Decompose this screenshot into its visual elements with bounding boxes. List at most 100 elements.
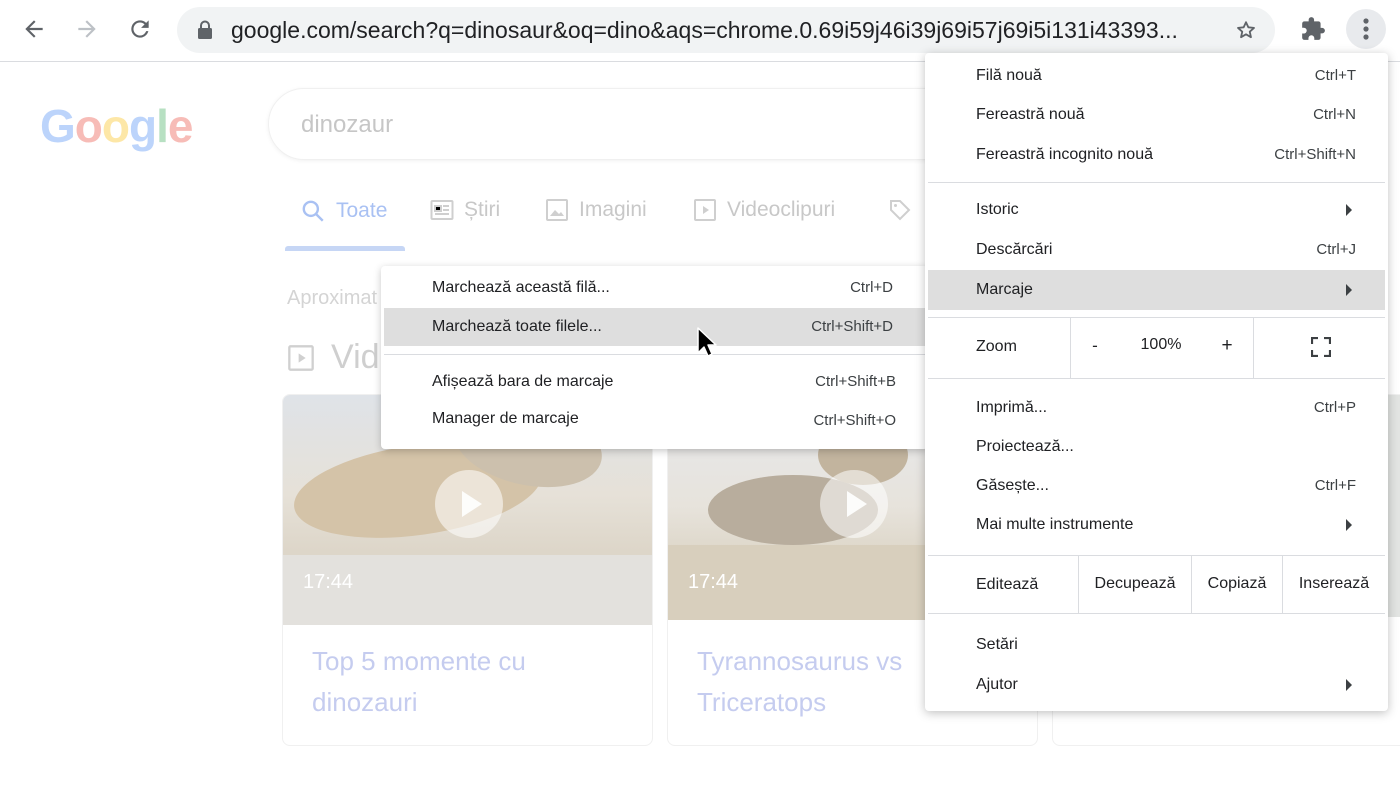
lock-icon — [198, 20, 212, 39]
cut-button[interactable]: Decupează — [1079, 555, 1191, 613]
play-icon[interactable] — [435, 470, 503, 538]
puzzle-icon — [1302, 17, 1325, 40]
chrome-menu-button[interactable] — [1346, 9, 1386, 49]
tab-news-label: Știri — [464, 198, 501, 221]
videos-heading: Vid — [287, 338, 380, 377]
menu-item-print[interactable]: Imprimă... Ctrl+P — [928, 388, 1385, 428]
menu-item-settings[interactable]: Setări — [928, 625, 1385, 665]
logo-letter: g — [129, 100, 157, 152]
active-tab-indicator — [285, 246, 405, 251]
logo-letter: o — [74, 100, 103, 152]
menu-item-shortcut: Ctrl+D — [850, 279, 893, 296]
zoom-label: Zoom — [976, 338, 1017, 355]
arrow-right-icon — [78, 20, 96, 38]
menu-item-label: Manager de marcaje — [432, 410, 579, 427]
menu-item-label: Fereastră nouă — [976, 106, 1085, 123]
search-box[interactable]: dinozaur — [268, 88, 968, 160]
menu-item-help[interactable]: Ajutor — [928, 665, 1385, 705]
menu-divider — [928, 182, 1385, 183]
menu-item-label: Proiectează... — [976, 438, 1074, 455]
menu-item-bookmarks[interactable]: Marcaje — [928, 270, 1385, 310]
tab-videos-label: Videoclipuri — [727, 198, 836, 221]
menu-item-more-tools[interactable]: Mai multe instrumente — [928, 505, 1385, 545]
menu-item-shortcut: Ctrl+F — [1314, 477, 1356, 494]
star-icon[interactable] — [1235, 19, 1257, 41]
paste-button[interactable]: Inserează — [1283, 555, 1385, 613]
submenu-arrow-icon — [1346, 519, 1352, 531]
tab-shopping[interactable] — [888, 198, 912, 222]
menu-item-label: Găsește... — [976, 477, 1049, 494]
menu-item-shortcut: Ctrl+Shift+D — [811, 318, 893, 335]
menu-item-label: Istoric — [976, 201, 1019, 218]
reload-button[interactable] — [120, 9, 160, 49]
videos-heading-text: Vid — [331, 338, 380, 376]
menu-item-label: Marchează această filă... — [432, 279, 610, 296]
menu-item-incognito[interactable]: Fereastră incognito nouă Ctrl+Shift+N — [928, 135, 1385, 175]
menu-item-bookmark-this-tab[interactable]: Marchează această filă... Ctrl+D — [384, 269, 925, 307]
arrow-left-icon — [25, 20, 43, 38]
menu-divider — [1070, 318, 1071, 378]
bookmarks-submenu: Marchează această filă... Ctrl+D Marchea… — [381, 266, 928, 449]
menu-item-new-tab[interactable]: Filă nouă Ctrl+T — [928, 56, 1385, 96]
google-logo-text: Google — [40, 100, 193, 152]
tab-news[interactable]: Știri — [430, 198, 500, 222]
menu-item-bookmark-all-tabs[interactable]: Marchează toate filele... Ctrl+Shift+D — [384, 308, 925, 346]
forward-button[interactable] — [67, 9, 107, 49]
menu-divider — [928, 613, 1385, 614]
menu-item-label: Descărcări — [976, 241, 1053, 258]
edit-label: Editează — [976, 576, 1039, 593]
menu-item-shortcut: Ctrl+T — [1314, 67, 1356, 84]
menu-item-cast[interactable]: Proiectează... — [928, 427, 1385, 467]
menu-item-label: Fereastră incognito nouă — [976, 146, 1153, 163]
menu-item-label: Setări — [976, 636, 1018, 653]
search-query[interactable]: dinozaur — [301, 89, 393, 161]
menu-item-label: Mai multe instrumente — [976, 516, 1134, 533]
menu-item-bookmark-manager[interactable]: Manager de marcaje Ctrl+Shift+O — [384, 402, 925, 440]
menu-item-downloads[interactable]: Descărcări Ctrl+J — [928, 230, 1385, 270]
menu-item-new-window[interactable]: Fereastră nouă Ctrl+N — [928, 95, 1385, 135]
menu-item-label: Marcaje — [976, 281, 1033, 298]
tab-videos[interactable]: Videoclipuri — [693, 198, 835, 222]
video-title[interactable]: Top 5 momente cu dinozauri — [312, 641, 632, 723]
back-button[interactable] — [14, 9, 54, 49]
tag-icon — [890, 200, 911, 221]
menu-divider — [1253, 318, 1254, 378]
video-duration: 17:44 — [688, 571, 739, 593]
menu-item-find[interactable]: Găsește... Ctrl+F — [928, 466, 1385, 506]
submenu-arrow-icon — [1346, 679, 1352, 691]
menu-item-shortcut: Ctrl+Shift+N — [1274, 146, 1356, 163]
tab-all-label: Toate — [336, 199, 388, 222]
tab-images-label: Imagini — [579, 198, 647, 221]
play-icon[interactable] — [820, 470, 888, 538]
menu-item-shortcut: Ctrl+P — [1313, 399, 1356, 416]
menu-item-shortcut: Ctrl+Shift+B — [815, 373, 896, 390]
tab-images[interactable]: Imagini — [545, 198, 647, 222]
kebab-menu-icon — [1363, 18, 1369, 40]
copy-button[interactable]: Copiază — [1192, 555, 1282, 613]
google-logo[interactable]: Google — [40, 99, 193, 153]
menu-item-shortcut: Ctrl+Shift+O — [813, 412, 896, 429]
video-icon — [694, 199, 716, 221]
menu-item-label: Imprimă... — [976, 399, 1048, 416]
menu-item-shortcut: Ctrl+J — [1316, 241, 1356, 258]
menu-divider — [384, 354, 925, 355]
zoom-in-button[interactable]: + — [1207, 335, 1247, 357]
fullscreen-icon[interactable] — [1311, 337, 1331, 357]
extensions-button[interactable] — [1293, 9, 1333, 49]
url-text[interactable]: google.com/search?q=dinosaur&oq=dino&aqs… — [231, 7, 1231, 53]
zoom-out-button[interactable]: - — [1075, 336, 1115, 356]
logo-letter: o — [101, 100, 130, 152]
video-icon — [288, 344, 314, 371]
submenu-arrow-icon — [1346, 204, 1352, 216]
chrome-main-menu: Filă nouă Ctrl+T Fereastră nouă Ctrl+N F… — [925, 53, 1388, 711]
menu-item-show-bookmarks-bar[interactable]: Afișează bara de marcaje Ctrl+Shift+B — [384, 363, 925, 401]
menu-divider — [928, 317, 1385, 318]
search-icon — [302, 200, 324, 222]
menu-item-label: Afișează bara de marcaje — [432, 373, 614, 390]
results-count: Aproximat — [287, 287, 378, 309]
tab-all[interactable]: Toate — [300, 198, 387, 224]
submenu-arrow-icon — [1346, 284, 1352, 296]
omnibox[interactable]: google.com/search?q=dinosaur&oq=dino&aqs… — [177, 7, 1275, 53]
menu-item-history[interactable]: Istoric — [928, 190, 1385, 230]
menu-item-label: Filă nouă — [976, 67, 1042, 84]
